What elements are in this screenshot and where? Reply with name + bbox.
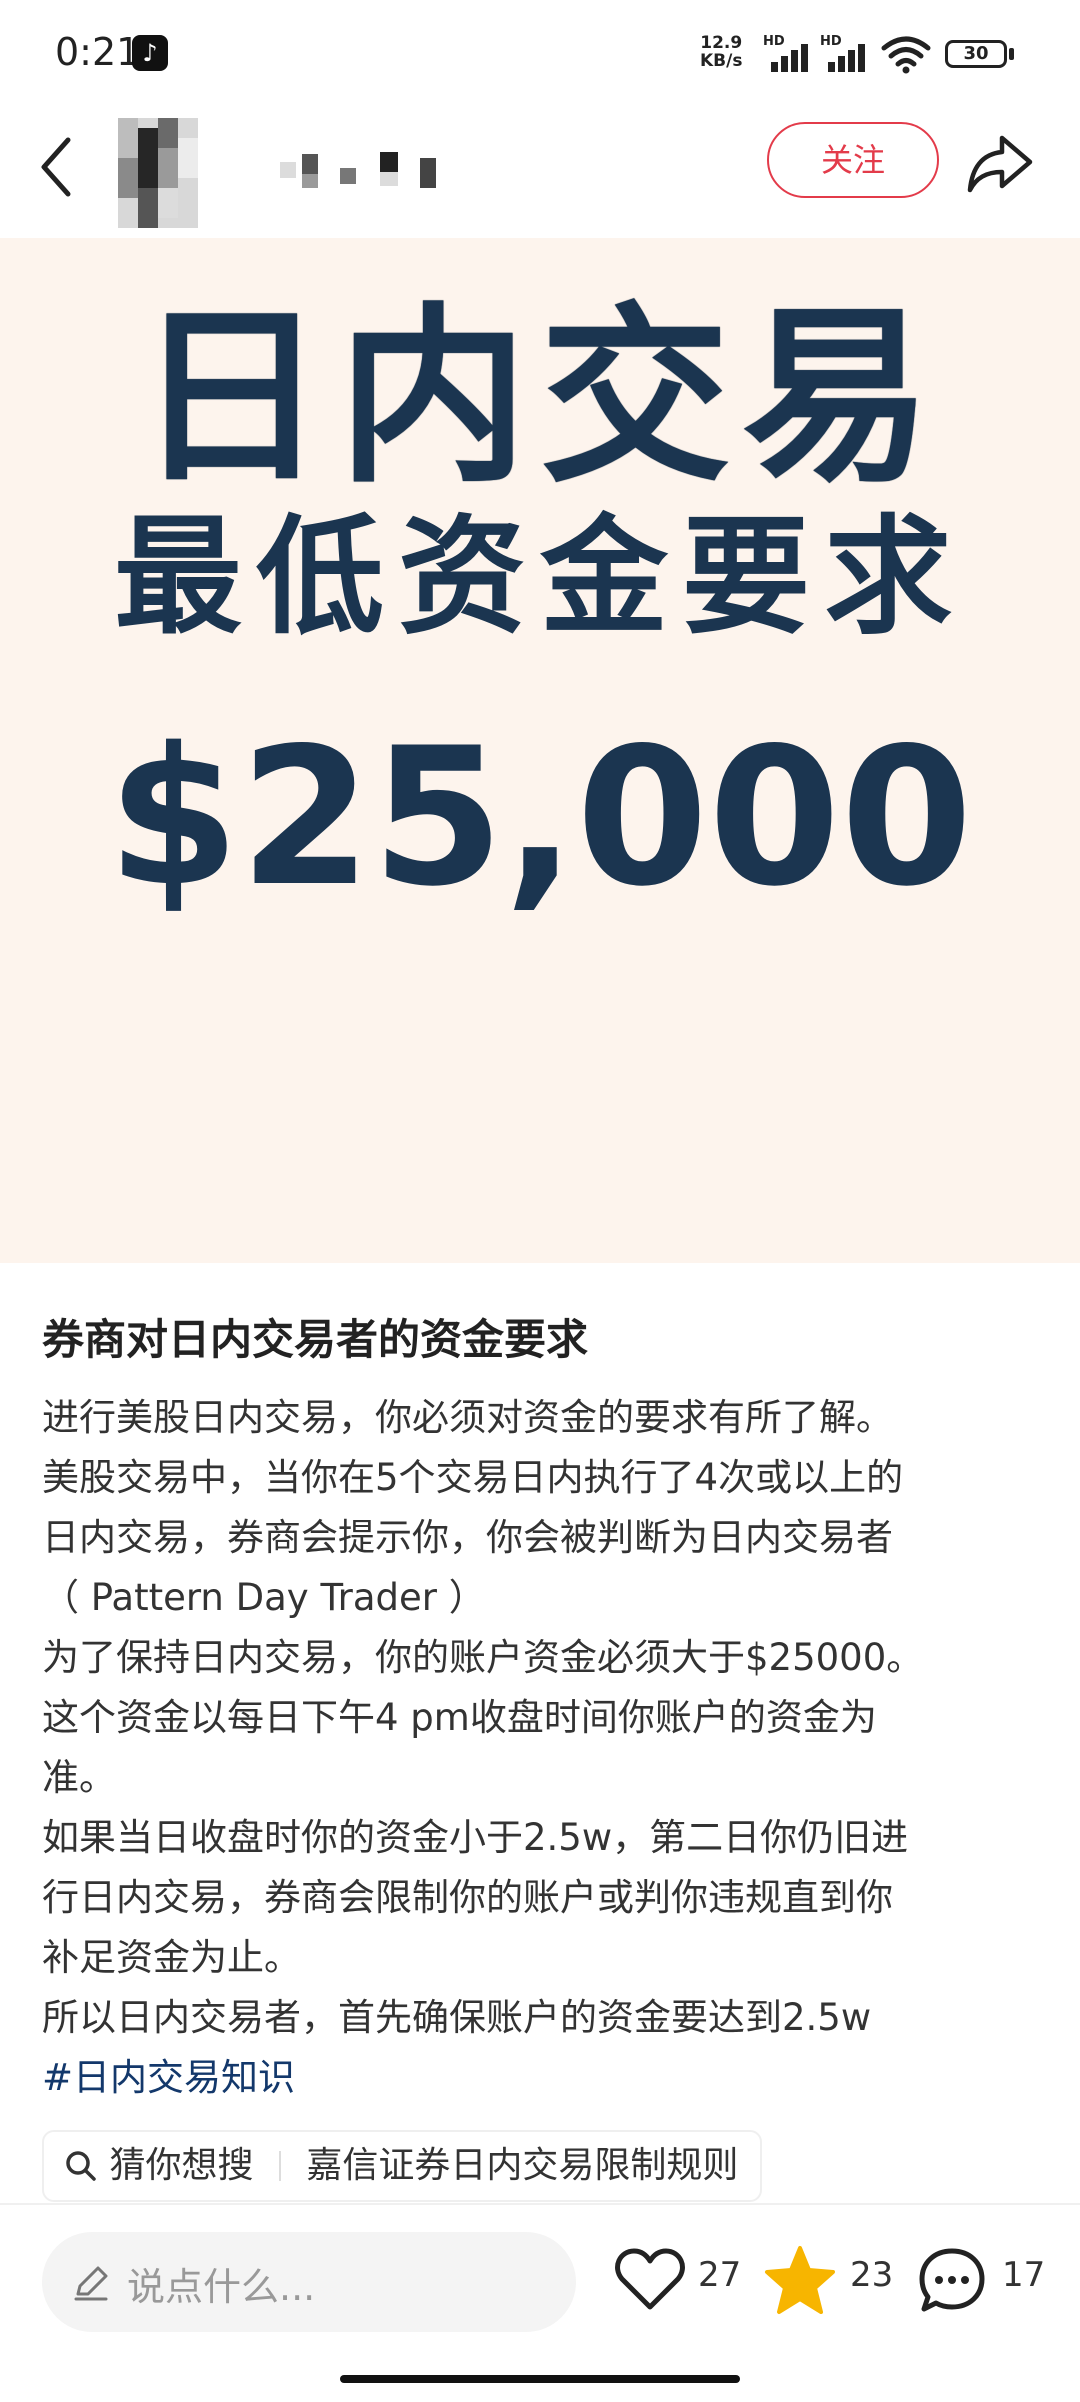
top-nav-bar: 关注 — [0, 110, 1080, 235]
signal-2-icon: HD — [820, 34, 872, 72]
pencil-icon — [74, 2266, 108, 2301]
back-arrow-icon[interactable] — [38, 132, 78, 202]
status-time: 0:21 — [55, 30, 141, 74]
share-icon[interactable] — [966, 128, 1036, 198]
post-title: 券商对日内交易者的资金要求 — [42, 1315, 589, 1364]
author-avatar[interactable] — [118, 118, 198, 228]
post-body-line: 日内交易，券商会提示你，你会被判断为日内交易者 — [42, 1516, 893, 1559]
collect-star-icon[interactable] — [764, 2245, 836, 2315]
post-body-line: 准。 — [42, 1756, 116, 1799]
related-search-label: 猜你想搜 — [109, 2145, 254, 2186]
post-body-line: 如果当日收盘时你的资金小于2.5w，第二日你仍旧进 — [42, 1816, 909, 1859]
follow-button[interactable]: 关注 — [767, 122, 939, 198]
battery-tip — [1009, 48, 1014, 60]
status-bar: 0:21 ♪ 12.9 KB/s HD HD 30 — [0, 0, 1080, 110]
tiktok-notification-icon: ♪ — [132, 35, 168, 71]
network-speed: 12.9 KB/s — [700, 34, 742, 70]
like-count: 27 — [698, 2255, 742, 2295]
post-body-line: 美股交易中，当你在5个交易日内执行了4次或以上的 — [42, 1456, 904, 1499]
wifi-icon — [881, 36, 931, 74]
post-body: 进行美股日内交易，你必须对资金的要求有所了解。 美股交易中，当你在5个交易日内执… — [42, 1388, 1042, 2048]
post-content: 券商对日内交易者的资金要求 进行美股日内交易，你必须对资金的要求有所了解。 美股… — [42, 1298, 1042, 2202]
post-body-line: 补足资金为止。 — [42, 1936, 301, 1979]
comment-count: 17 — [1002, 2255, 1046, 2295]
poster-amount: $25,000 — [107, 707, 973, 928]
collect-count: 23 — [850, 2255, 894, 2295]
related-search-chip[interactable]: 猜你想搜 嘉信证券日内交易限制规则 — [42, 2130, 763, 2202]
signal-1-icon: HD — [763, 34, 815, 72]
comment-input[interactable]: 说点什么... — [42, 2232, 576, 2332]
related-search-query: 嘉信证券日内交易限制规则 — [306, 2145, 739, 2186]
home-indicator[interactable] — [340, 2375, 740, 2383]
poster-headline: 日内交易 — [135, 287, 944, 508]
post-body-line: 所以日内交易者，首先确保账户的资金要达到2.5w — [42, 1996, 872, 2039]
comment-placeholder: 说点什么... — [127, 2265, 316, 2309]
like-heart-icon[interactable] — [614, 2247, 686, 2313]
hashtag-link[interactable]: #日内交易知识 — [42, 2048, 1042, 2108]
post-body-line: 行日内交易，券商会限制你的账户或判你违规直到你 — [42, 1876, 893, 1919]
post-body-line: 为了保持日内交易，你的账户资金必须大于$25000。 — [42, 1636, 924, 1679]
comment-bubble-icon[interactable] — [916, 2245, 988, 2317]
signal-2-hd-label: HD — [820, 34, 842, 49]
post-body-line: 这个资金以每日下午4 pm收盘时间你账户的资金为 — [42, 1696, 877, 1739]
battery-indicator: 30 — [945, 40, 1007, 68]
author-name[interactable] — [280, 140, 450, 200]
post-body-line: 进行美股日内交易，你必须对资金的要求有所了解。 — [42, 1396, 893, 1439]
poster-subheadline: 最低资金要求 — [113, 503, 966, 652]
post-cover-image[interactable]: 日内交易 最低资金要求 $25,000 — [0, 238, 1080, 1263]
search-icon — [66, 2151, 96, 2181]
chip-divider — [278, 2151, 281, 2181]
bottom-action-bar: 说点什么... 27 23 17 — [0, 2203, 1080, 2402]
network-speed-unit: KB/s — [700, 51, 743, 71]
post-body-line: （ Pattern Day Trader ） — [42, 1576, 486, 1619]
signal-1-hd-label: HD — [763, 34, 785, 49]
network-speed-value: 12.9 — [700, 33, 743, 53]
